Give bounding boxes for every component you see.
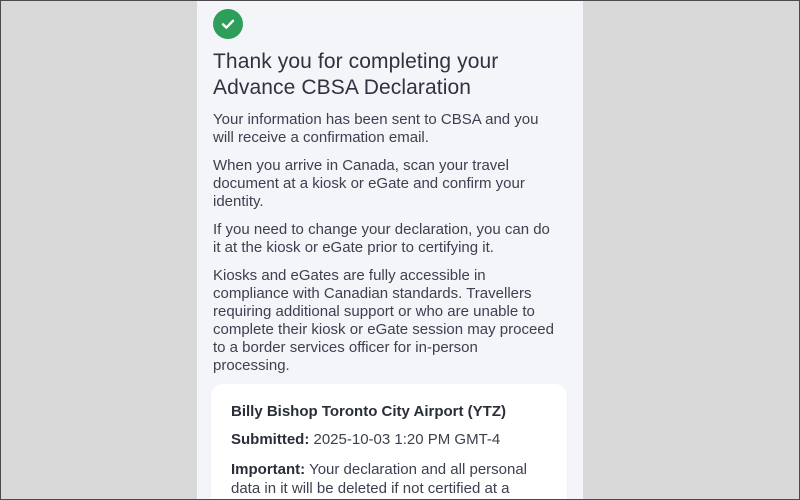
submitted-timestamp: Submitted: 2025-10-03 1:20 PM GMT-4 <box>231 430 547 450</box>
info-paragraph-arrival: When you arrive in Canada, scan your tra… <box>213 157 525 210</box>
declaration-summary-card: Billy Bishop Toronto City Airport (YTZ) … <box>211 384 567 500</box>
important-notice: Important: Your declaration and all pers… <box>231 460 547 498</box>
info-paragraph-sent: Your information has been sent to CBSA a… <box>213 111 539 146</box>
confirmation-screen: Thank you for completing your Advance CB… <box>197 0 583 500</box>
submitted-value: 2025-10-03 1:20 PM GMT-4 <box>313 431 501 448</box>
important-label: Important: <box>231 461 306 478</box>
check-circle-icon <box>213 9 243 39</box>
airport-name: Billy Bishop Toronto City Airport (YTZ) <box>231 403 506 420</box>
submitted-label: Submitted: <box>231 431 310 448</box>
info-paragraph-change: If you need to change your declaration, … <box>213 221 550 256</box>
check-mark-icon <box>221 19 235 29</box>
page-title: Thank you for completing your Advance CB… <box>213 50 499 99</box>
info-paragraph-accessibility: Kiosks and eGates are fully accessible i… <box>213 267 554 374</box>
confirmation-content: Thank you for completing your Advance CB… <box>213 9 567 385</box>
